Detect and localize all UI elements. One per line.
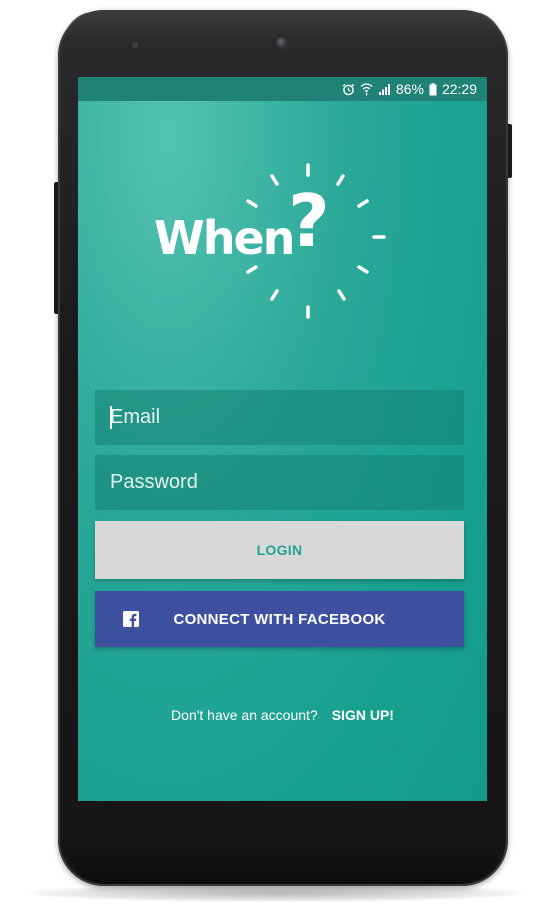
device-shadow — [28, 884, 524, 902]
login-button-label: LOGIN — [256, 542, 303, 558]
device-mockup: 86% 22:29 When ? Email LOGIN CONNECT WIT… — [0, 0, 552, 908]
logo-wordmark: When — [154, 211, 295, 265]
wifi-icon — [360, 82, 373, 96]
password-input[interactable] — [110, 471, 450, 494]
email-input[interactable] — [110, 406, 450, 429]
signal-icon — [378, 83, 391, 95]
facebook-icon — [123, 611, 139, 627]
app-screen: 86% 22:29 When ? Email LOGIN CONNECT WIT… — [78, 77, 487, 801]
status-bar: 86% 22:29 — [78, 77, 487, 101]
facebook-connect-button[interactable]: CONNECT WITH FACEBOOK — [95, 591, 464, 647]
password-field[interactable] — [95, 455, 464, 510]
phone-bottom-rim — [64, 840, 502, 884]
text-cursor — [110, 406, 112, 429]
clock: 22:29 — [441, 81, 477, 97]
status-indicators: 86% 22:29 — [342, 80, 477, 98]
alarm-icon — [342, 83, 355, 96]
signup-link[interactable]: SIGN UP! — [332, 707, 394, 723]
email-field[interactable] — [95, 390, 464, 445]
login-button[interactable]: LOGIN — [95, 521, 464, 579]
question-mark-icon: ? — [288, 179, 330, 263]
facebook-button-label: CONNECT WITH FACEBOOK — [173, 610, 386, 628]
signup-row: Don't have an account? SIGN UP! — [78, 707, 487, 723]
app-logo: When ? — [148, 159, 408, 329]
sensor-dot — [132, 42, 138, 48]
front-camera — [276, 37, 288, 49]
battery-percent: 86% — [395, 81, 424, 97]
battery-icon — [429, 82, 437, 96]
signup-prompt: Don't have an account? — [171, 707, 318, 723]
